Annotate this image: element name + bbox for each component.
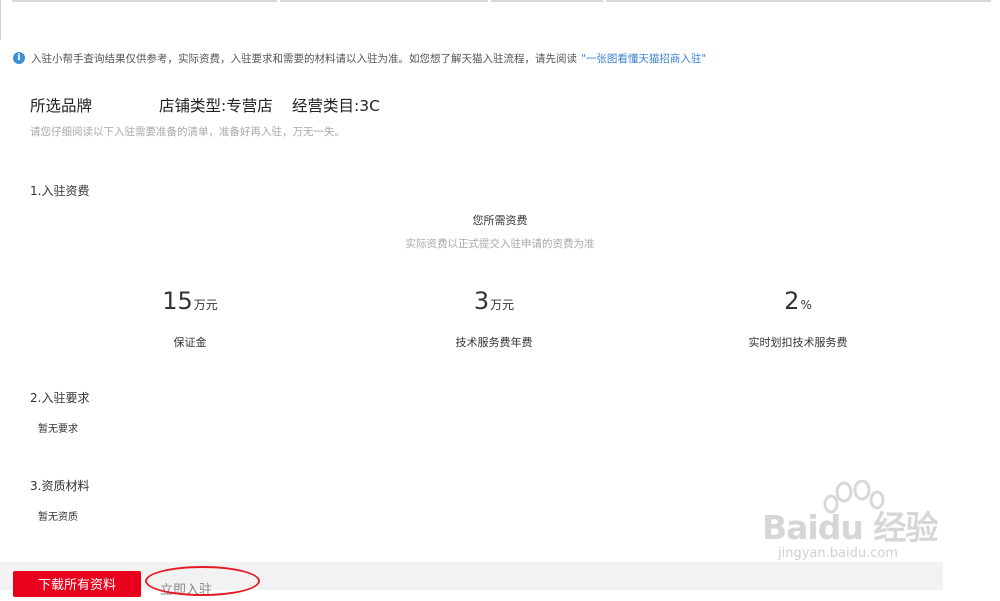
- category: 经营类目:3C: [292, 97, 380, 115]
- page-subtitle: 请您仔细阅读以下入驻需要准备的清单，准备好再入驻，万无一失。: [30, 126, 345, 138]
- requirements-text: 暂无要求: [38, 424, 78, 435]
- tab-separator: [491, 0, 603, 2]
- watermark-url: jingyan.baidu.com: [778, 546, 898, 561]
- red-circle-annotation: [145, 566, 260, 596]
- fee-item: 3万元 技术服务费年费: [384, 286, 604, 350]
- tab-separator: [606, 0, 991, 2]
- notice-bar: i 入驻小帮手查询结果仅供参考，实际资费，入驻要求和需要的材料请以入驻为准。如您…: [13, 50, 706, 66]
- brand-label: 所选品牌: [30, 97, 93, 115]
- info-icon: i: [13, 52, 25, 64]
- materials-section-title: 3.资质材料: [30, 479, 90, 493]
- guide-link[interactable]: "一张图看懂天猫招商入驻": [581, 51, 706, 66]
- baidu-watermark: Baidu 经验: [762, 508, 938, 547]
- fees-section-title: 1.入驻资费: [30, 184, 90, 198]
- store-type: 店铺类型:专营店: [159, 97, 273, 115]
- fees-note: 实际资费以正式提交入驻申请的资费为准: [405, 238, 595, 250]
- tab-separator: [280, 0, 488, 2]
- fee-item: 15万元 保证金: [80, 286, 300, 350]
- fee-value: 2%: [784, 287, 812, 315]
- fee-item: 2% 实时划扣技术服务费: [688, 286, 908, 350]
- fee-label: 保证金: [173, 336, 207, 349]
- tab-separator: [12, 0, 277, 2]
- requirements-section-title: 2.入驻要求: [30, 391, 90, 405]
- notice-text: 入驻小帮手查询结果仅供参考，实际资费，入驻要求和需要的材料请以入驻为准。如您想了…: [31, 52, 577, 65]
- fee-label: 技术服务费年费: [455, 336, 533, 349]
- materials-text: 暂无资质: [38, 512, 78, 523]
- fee-value: 15万元: [162, 287, 218, 315]
- action-bar: [0, 562, 943, 590]
- left-edge-line: [0, 0, 1, 40]
- download-all-button[interactable]: 下载所有资料: [13, 571, 141, 597]
- fees-heading: 您所需资费: [472, 214, 528, 227]
- fee-label: 实时划扣技术服务费: [748, 336, 848, 349]
- top-tab-strip: [0, 0, 1000, 2]
- fee-value: 3万元: [473, 287, 515, 315]
